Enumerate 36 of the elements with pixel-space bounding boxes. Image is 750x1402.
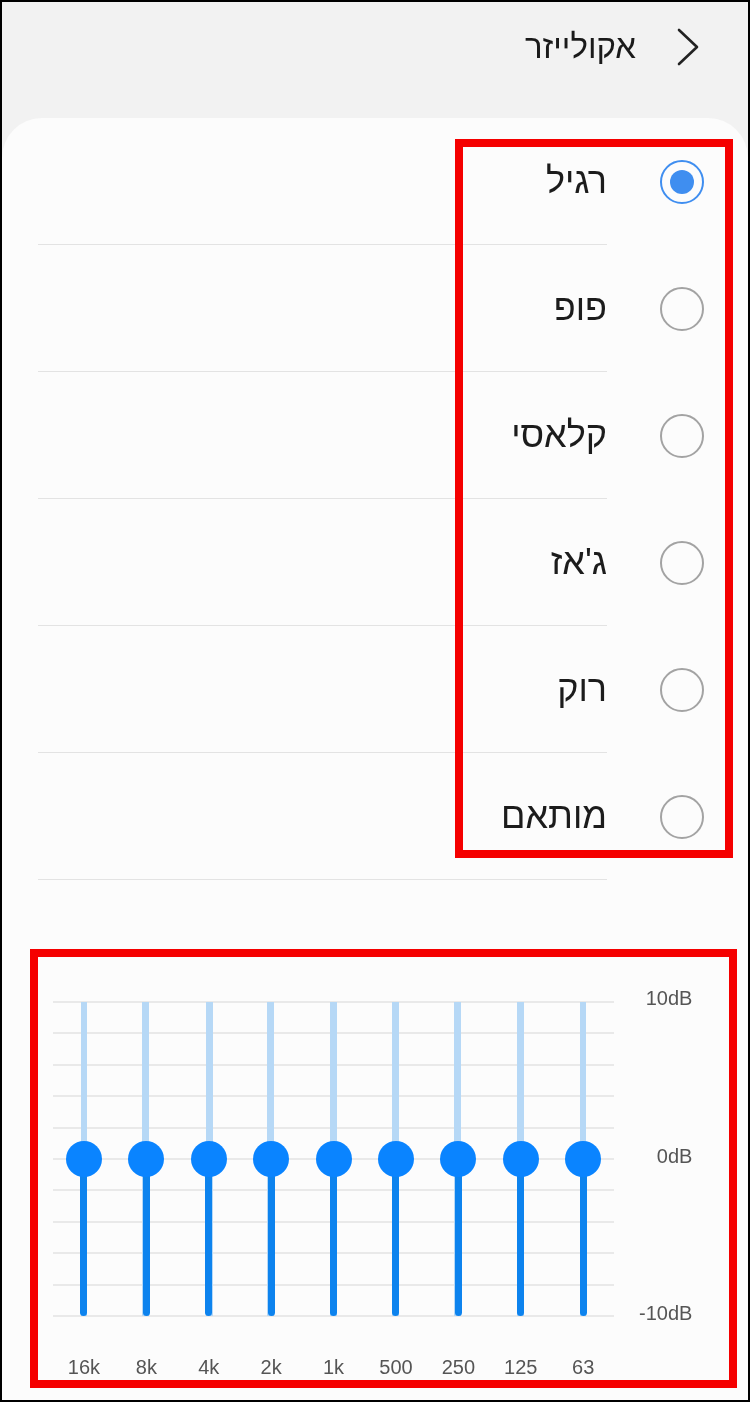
scale-label: 10dB [645, 986, 693, 1010]
slider-thumb[interactable] [440, 1141, 477, 1177]
back-button[interactable] [676, 27, 700, 67]
band-label: 63 [572, 1355, 595, 1379]
scale-label: -10dB [639, 1301, 693, 1325]
band-label: 125 [504, 1355, 538, 1379]
band-label: 500 [379, 1355, 413, 1379]
radio-button[interactable] [660, 794, 704, 839]
preset-label[interactable]: רוק [557, 667, 607, 711]
slider-thumb[interactable] [315, 1141, 352, 1177]
preset-label[interactable]: רגיל [545, 159, 607, 203]
band-label: 16k [67, 1355, 101, 1379]
preset-label[interactable]: מותאם [501, 794, 607, 838]
slider-thumb[interactable] [502, 1141, 539, 1177]
slider-thumb[interactable] [253, 1141, 290, 1177]
slider-thumb[interactable] [190, 1141, 227, 1177]
radio-button[interactable] [660, 286, 704, 331]
radio-button[interactable] [660, 667, 704, 712]
radio-button[interactable] [660, 413, 704, 458]
slider-thumb[interactable] [65, 1141, 102, 1177]
band-label: 250 [441, 1355, 476, 1379]
preset-label[interactable]: פופ [553, 286, 607, 330]
scale-label: 0dB [656, 1143, 693, 1168]
slider-thumb[interactable] [128, 1141, 165, 1177]
page-title: אקולייזר [524, 27, 636, 67]
band-label: 4k [198, 1355, 220, 1379]
preset-label[interactable]: ג'אז [550, 540, 607, 584]
band-label: 8k [135, 1355, 157, 1379]
preset-label[interactable]: קלאסי [511, 413, 607, 457]
slider-thumb[interactable] [377, 1141, 414, 1177]
radio-button[interactable] [660, 159, 704, 204]
chevron-right-icon [677, 28, 699, 66]
band-label: 2k [260, 1355, 282, 1379]
band-label: 1k [323, 1355, 345, 1379]
radio-button[interactable] [660, 540, 704, 585]
slider-thumb[interactable] [565, 1141, 602, 1177]
